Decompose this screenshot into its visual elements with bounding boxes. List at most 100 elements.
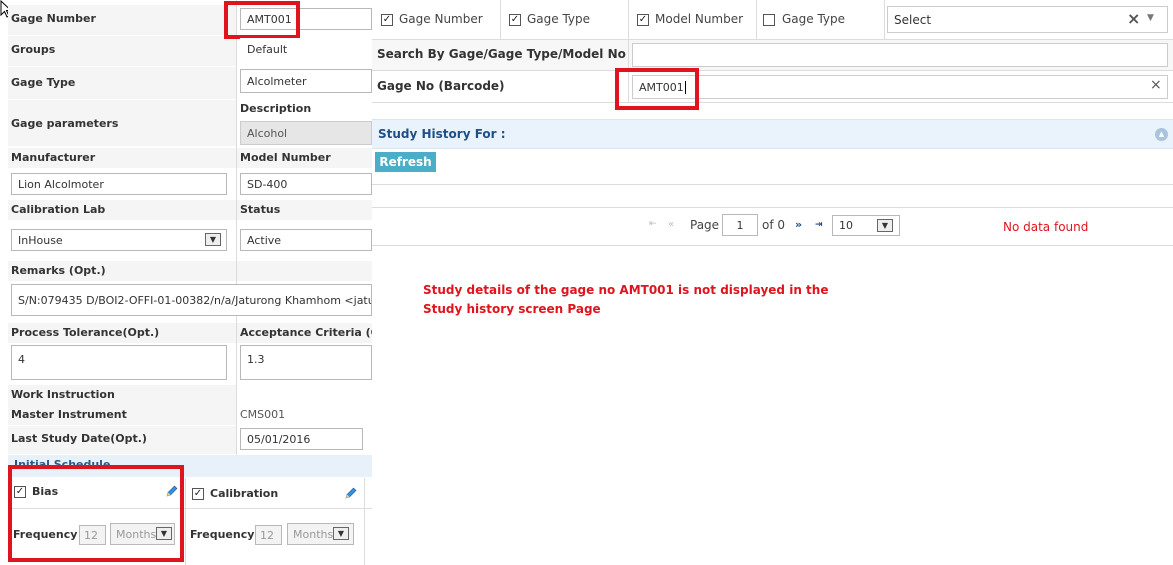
initial-schedule-label: Initial Schedule (14, 458, 111, 471)
pager-next-icon[interactable]: » (795, 218, 802, 231)
schedule-divider-right (364, 478, 365, 565)
barcode-label: Gage No (Barcode) (377, 79, 505, 93)
filter-model-number-checkbox[interactable]: ✓ (637, 14, 649, 26)
pager-last-icon[interactable]: ⇥ (815, 220, 823, 230)
barcode-value: AMT001 (639, 80, 686, 94)
annotation-text: Study details of the gage no AMT001 is n… (423, 281, 843, 319)
description-value: Alcohol (247, 126, 288, 140)
last-study-date-label: Last Study Date(Opt.) (11, 432, 147, 445)
filter-gage-type-label: Gage Type (527, 12, 591, 26)
acceptance-criteria-label: Acceptance Criteria (Opt (240, 326, 372, 339)
filter-select[interactable]: Select (887, 6, 1168, 33)
filter-divider-1 (500, 0, 501, 39)
filter-gage-type-2-checkbox[interactable] (763, 14, 775, 26)
barcode-clear-icon[interactable]: × (1150, 77, 1162, 93)
filter-gage-number-checkbox[interactable]: ✓ (381, 14, 393, 26)
barcode-row-bottom (372, 102, 1173, 103)
bias-unit-dropdown-icon[interactable]: ▼ (156, 527, 172, 540)
pager-top-divider (372, 207, 1173, 208)
pager-first-icon[interactable]: ⇤ (649, 219, 657, 229)
bias-edit-pencil-icon[interactable] (165, 484, 179, 498)
filter-gage-type-2-label: Gage Type (782, 12, 846, 26)
process-tolerance-label: Process Tolerance(Opt.) (11, 326, 160, 339)
schedule-row-divider (8, 508, 372, 509)
bias-unit-value: Months (116, 527, 157, 541)
search-divider (628, 40, 629, 102)
calibration-unit-value: Months (293, 527, 334, 541)
calibration-frequency-input[interactable]: 12 (255, 525, 282, 545)
filter-select-dropdown-icon[interactable]: ▼ (1147, 13, 1154, 23)
bias-label: Bias (32, 485, 59, 498)
gage-type-select[interactable]: Alcolmeter (240, 69, 372, 93)
search-input[interactable] (632, 43, 1168, 67)
manufacturer-label: Manufacturer (11, 151, 96, 164)
column-divider (236, 0, 237, 455)
collapse-icon[interactable]: ▲ (1155, 128, 1168, 141)
filter-select-clear-icon[interactable]: × (1127, 9, 1140, 28)
calibration-edit-pencil-icon[interactable] (344, 486, 358, 500)
groups-label: Groups (11, 43, 56, 56)
filter-select-value: Select (894, 12, 932, 27)
manufacturer-value: Lion Alcolmoter (18, 177, 104, 191)
filter-model-number-label: Model Number (655, 12, 744, 26)
filter-gage-type-checkbox[interactable]: ✓ (509, 14, 521, 26)
remarks-input[interactable]: S/N:079435 D/BOI2-OFFI-01-00382/n/a/Jatu… (11, 284, 372, 316)
gage-number-label: Gage Number (11, 12, 96, 25)
pager-page-label: Page (690, 218, 720, 232)
pager-page-value: 1 (736, 218, 744, 232)
barcode-row-top (372, 70, 1173, 71)
calibration-frequency-label: Frequency (190, 528, 255, 541)
calibration-lab-value: InHouse (18, 233, 63, 247)
grid-top-divider (372, 184, 1173, 185)
calibration-lab-label: Calibration Lab (11, 203, 106, 216)
study-history-title: Study History For : (378, 127, 506, 141)
calibration-checkbox[interactable]: ✓ (192, 488, 204, 500)
work-instruction-label: Work Instruction (11, 388, 115, 401)
acceptance-criteria-input[interactable]: 1.3 (240, 345, 372, 380)
study-history-header: Study History For : ▲ (372, 119, 1173, 149)
calibration-lab-dropdown-icon[interactable]: ▼ (205, 233, 221, 246)
bias-checkbox[interactable]: ✓ (14, 486, 26, 498)
pager-of-label: of 0 (762, 218, 786, 232)
groups-value: Default (247, 42, 288, 56)
calibration-unit-dropdown-icon[interactable]: ▼ (333, 527, 349, 540)
status-value: Active (247, 233, 282, 247)
description-label: Description (240, 102, 312, 115)
last-study-date-input[interactable]: 05/01/2016 (240, 428, 363, 450)
right-panel: ✓ Gage Number ✓ Gage Type ✓ Model Number… (372, 0, 1173, 565)
filter-gage-number-label: Gage Number (399, 12, 483, 26)
pager-size-value: 10 (839, 219, 853, 232)
process-tolerance-value: 4 (18, 353, 25, 366)
remarks-value: S/N:079435 D/BOI2-OFFI-01-00382/n/a/Jatu… (18, 293, 371, 307)
pager-prev-icon[interactable]: « (668, 219, 674, 230)
left-form-panel: Initial Schedule Gage Number AMT001 Grou… (0, 0, 372, 565)
refresh-label: Refresh (379, 155, 432, 169)
model-number-input[interactable]: SD-400 (240, 173, 372, 195)
no-data-message: No data found (1003, 220, 1089, 234)
initial-schedule-header: Initial Schedule (8, 455, 372, 477)
refresh-button[interactable]: Refresh (375, 152, 436, 172)
gage-type-value: Alcolmeter (247, 74, 307, 88)
manufacturer-input[interactable]: Lion Alcolmoter (11, 173, 227, 195)
schedule-divider (185, 478, 186, 565)
gage-type-label: Gage Type (11, 76, 76, 89)
description-input[interactable]: Alcohol (240, 121, 372, 145)
bias-frequency-label: Frequency (13, 528, 78, 541)
bias-frequency-input[interactable]: 12 (79, 525, 106, 545)
filter-divider-2 (628, 0, 629, 39)
filter-divider-3 (756, 0, 757, 39)
pager-size-dropdown-icon[interactable]: ▼ (877, 219, 893, 232)
pager-page-input[interactable]: 1 (722, 214, 758, 236)
collapse-glyph: ▲ (1158, 130, 1165, 138)
annotation-line-1: Study details of the gage no AMT001 is n… (423, 283, 829, 297)
pager-bottom-divider (372, 245, 1173, 246)
model-number-value: SD-400 (247, 177, 288, 191)
gage-number-input[interactable]: AMT001 (240, 8, 372, 30)
status-select[interactable]: Active (240, 229, 372, 251)
process-tolerance-input[interactable]: 4 (11, 345, 227, 380)
calibration-frequency-value: 12 (260, 528, 274, 542)
model-number-label: Model Number (240, 151, 331, 164)
groups-select[interactable]: Default (240, 38, 372, 60)
barcode-input[interactable]: AMT001 (632, 75, 1168, 99)
calibration-lab-select[interactable]: InHouse (11, 229, 227, 251)
